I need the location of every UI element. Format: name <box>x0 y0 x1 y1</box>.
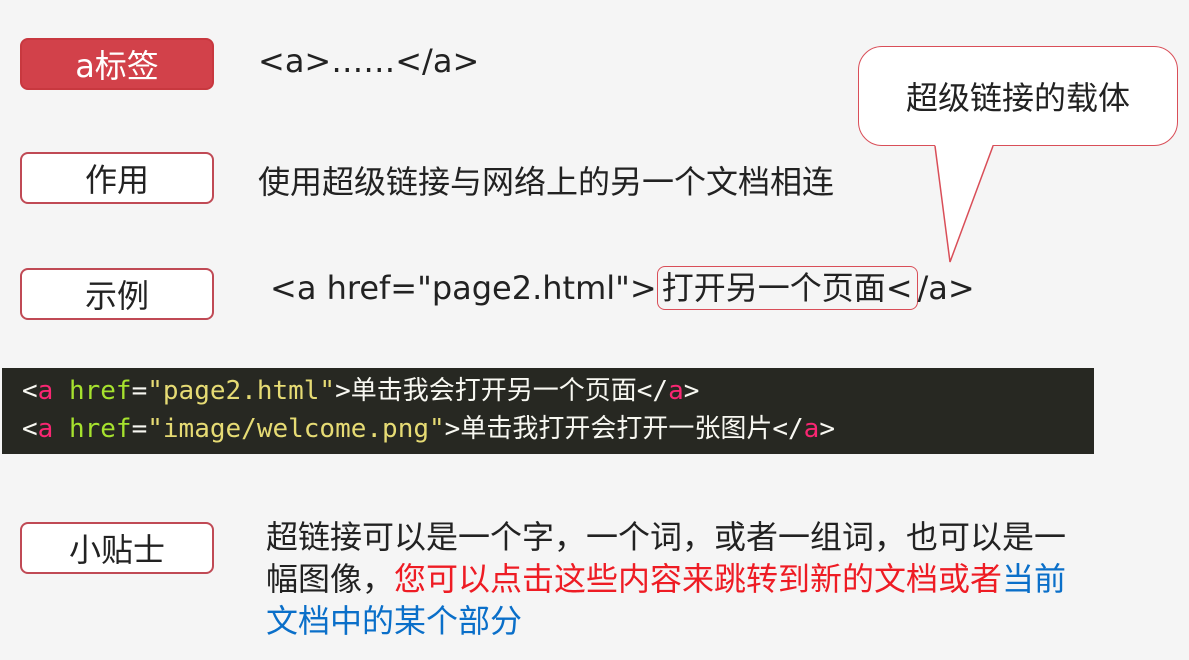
purpose-text: 使用超级链接与网络上的另一个文档相连 <box>258 163 835 201</box>
label-purpose-text: 作用 <box>84 161 149 199</box>
code-line-2: <a href="image/welcome.png">单击我打开会打开一张图片… <box>22 414 835 444</box>
label-example-text: 示例 <box>84 277 149 315</box>
tip-red: 您可以点击这些内容来跳转到新的文档或者 <box>394 560 1003 598</box>
tip-text: 超链接可以是一个字，一个词，或者一组词，也可以是一幅图像，您可以点击这些内容来跳… <box>266 516 1086 642</box>
code-line-1: <a href="page2.html">单击我会打开另一个页面</a> <box>22 376 700 406</box>
example-suffix: /a> <box>917 269 975 307</box>
label-example: 示例 <box>20 268 214 320</box>
label-purpose: 作用 <box>20 152 214 204</box>
label-tip: 小贴士 <box>20 522 214 574</box>
code-block: <a href="page2.html">单击我会打开另一个页面</a> <a … <box>2 368 1094 454</box>
example-prefix: <a href="page2.html"> <box>270 269 657 307</box>
example-line: <a href="page2.html"> 打开另一个页面</a> <box>270 266 975 310</box>
label-tip-text: 小贴士 <box>68 531 165 569</box>
example-highlight: 打开另一个页面< <box>656 266 918 310</box>
